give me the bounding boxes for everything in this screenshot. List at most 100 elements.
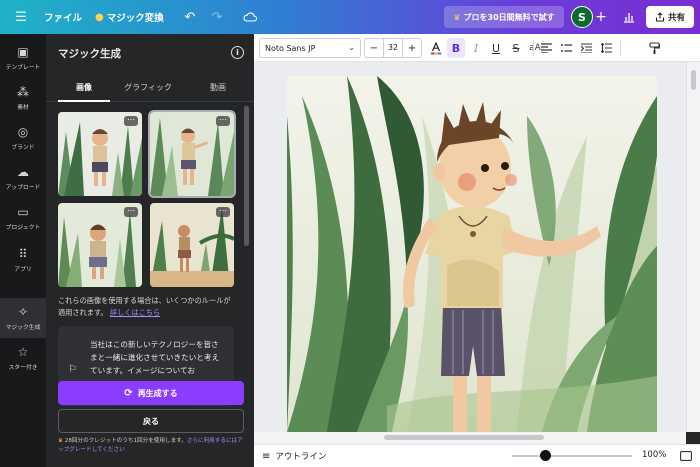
left-rail: ▣ テンプレート ⁂ 素材 ◎ ブランド ☁ アップロード ▭ プロジェクト ⠿… <box>0 34 46 467</box>
zoom-slider-handle[interactable] <box>540 450 551 461</box>
share-label: 共有 <box>667 13 685 23</box>
brand-icon: ◎ <box>17 125 29 139</box>
undo-icon[interactable]: ↶ <box>180 0 200 34</box>
avatar[interactable]: S <box>571 6 593 28</box>
font-size-stepper: − 32 + <box>364 38 422 58</box>
regenerate-button[interactable]: ⟳ 再生成する <box>58 381 244 405</box>
rail-item-magic-generate[interactable]: ✧ マジック生成 <box>0 298 46 338</box>
format-painter-icon[interactable] <box>645 38 663 58</box>
outline-label: アウトライン <box>275 452 327 462</box>
add-collaborator-icon[interactable]: + <box>593 0 609 34</box>
insights-icon[interactable] <box>618 0 640 34</box>
indent-icon[interactable] <box>577 38 595 58</box>
hamburger-icon[interactable]: ☰ <box>10 0 32 34</box>
cloud-save-icon[interactable] <box>240 0 260 34</box>
rail-item-templates[interactable]: ▣ テンプレート <box>0 38 46 78</box>
list-icon[interactable] <box>557 38 575 58</box>
rail-label: テンプレート <box>5 65 41 71</box>
magic-change-label: マジック変換 <box>106 13 164 24</box>
folder-icon: ▭ <box>17 205 29 219</box>
toolbar-divider <box>620 40 621 56</box>
crown-icon: ● <box>95 11 104 23</box>
more-options-icon[interactable]: ⋯ <box>124 207 138 217</box>
rail-label: アプリ <box>14 267 32 273</box>
generated-image-3[interactable]: ⋯ <box>58 203 142 287</box>
zoom-slider[interactable] <box>512 455 632 457</box>
rail-label: アップロード <box>5 185 41 191</box>
learn-more-link[interactable]: 詳しくはこちら <box>110 308 160 317</box>
font-family-value: Noto Sans JP <box>265 43 316 53</box>
font-size-input[interactable]: 32 <box>383 39 403 57</box>
more-options-icon[interactable]: ⋯ <box>216 116 230 126</box>
feedback-text: 当社はこの新しいテクノロジーを皆さまと一緒に進化させていきたいと考えています。イ… <box>90 340 220 375</box>
bold-button[interactable]: B <box>447 38 465 58</box>
pro-trial-label: プロを30日間無料で試す <box>463 12 555 22</box>
strikethrough-button[interactable]: S <box>507 38 525 58</box>
magic-generate-panel: マジック生成 i 画像 グラフィック 動画 ⋯ ⋯ ⋯ ⋯ これらの画像を使用す… <box>46 34 254 467</box>
rail-label: スター付き <box>8 365 38 371</box>
rail-item-apps[interactable]: ⠿ アプリ <box>0 240 46 280</box>
more-options-icon[interactable]: ⋯ <box>216 207 230 217</box>
star-icon: ☆ <box>17 345 29 359</box>
apps-icon: ⠿ <box>18 247 28 261</box>
horizontal-scrollbar[interactable] <box>254 432 686 444</box>
fit-screen-icon[interactable] <box>678 449 694 463</box>
back-button[interactable]: 戻る <box>58 409 244 433</box>
vertical-scrollbar[interactable] <box>686 62 700 432</box>
active-tab-indicator <box>58 100 110 102</box>
generated-image-1[interactable]: ⋯ <box>58 112 142 196</box>
decrease-size-button[interactable]: − <box>365 43 383 54</box>
credits-text: 28回分のクレジットのうち1回分を使用します。 <box>64 438 187 444</box>
share-icon <box>655 12 665 22</box>
rail-item-uploads[interactable]: ☁ アップロード <box>0 158 46 198</box>
line-spacing-icon[interactable] <box>597 38 615 58</box>
artboard-illustration[interactable] <box>287 76 657 432</box>
upload-icon: ☁ <box>17 165 29 179</box>
scroll-thumb[interactable] <box>691 70 696 90</box>
rail-label: ブランド <box>11 145 35 151</box>
pro-trial-button[interactable]: ♛ プロを30日間無料で試す <box>444 6 564 28</box>
template-icon: ▣ <box>17 45 29 59</box>
info-icon[interactable]: i <box>231 46 244 59</box>
rail-item-brand[interactable]: ◎ ブランド <box>0 118 46 158</box>
text-color-icon[interactable] <box>427 38 445 58</box>
crown-icon: ♛ <box>58 438 64 444</box>
zoom-level[interactable]: 100% <box>642 450 666 460</box>
tab-video[interactable]: 動画 <box>190 82 246 100</box>
share-button[interactable]: 共有 <box>646 6 694 28</box>
underline-button[interactable]: U <box>487 38 505 58</box>
credits-note: ♛ 28回分のクレジットのうち1回分を使用します。さらに利用するにはアップグレー… <box>58 437 248 455</box>
increase-size-button[interactable]: + <box>403 43 421 54</box>
file-menu[interactable]: ファイル <box>44 0 82 34</box>
rail-item-starred[interactable]: ☆ スター付き <box>0 338 46 378</box>
usage-rules-text: これらの画像を使用する場合は、いくつかのルールが適用されます。 詳しくはこちら <box>58 295 236 318</box>
panel-tabs: 画像 グラフィック 動画 <box>46 82 254 100</box>
rail-item-projects[interactable]: ▭ プロジェクト <box>0 198 46 238</box>
refresh-icon: ⟳ <box>124 387 133 399</box>
scroll-thumb[interactable] <box>384 435 544 440</box>
flag-icon[interactable]: ⚐ <box>68 364 77 375</box>
rail-item-elements[interactable]: ⁂ 素材 <box>0 78 46 118</box>
redo-icon[interactable]: ↷ <box>207 0 227 34</box>
panel-scrollbar[interactable] <box>244 106 249 246</box>
elements-icon: ⁂ <box>17 85 29 99</box>
chevron-down-icon: ⌄ <box>348 43 355 52</box>
toolbar-divider <box>533 40 534 56</box>
outline-button[interactable]: ≡ アウトライン <box>262 450 327 463</box>
generated-image-2[interactable]: ⋯ <box>148 110 236 198</box>
rail-label: 素材 <box>17 105 29 111</box>
rail-label: プロジェクト <box>5 225 41 231</box>
text-toolbar: Noto Sans JP ⌄ − 32 + B I U S aA <box>254 34 700 62</box>
tab-graphics[interactable]: グラフィック <box>116 82 180 100</box>
font-family-select[interactable]: Noto Sans JP ⌄ <box>259 38 361 58</box>
editor-footer: ≡ アウトライン 100% <box>254 444 700 467</box>
top-bar: ☰ ファイル ● マジック変換 ↶ ↷ ♛ プロを30日間無料で試す S + 共… <box>0 0 700 34</box>
tab-images[interactable]: 画像 <box>58 82 110 100</box>
crown-icon: ♛ <box>453 12 461 22</box>
align-left-icon[interactable] <box>537 38 555 58</box>
italic-button[interactable]: I <box>467 38 485 58</box>
magic-change-button[interactable]: ● マジック変換 <box>95 0 164 34</box>
more-options-icon[interactable]: ⋯ <box>124 116 138 126</box>
magic-generate-icon: ✧ <box>17 305 29 319</box>
generated-image-4[interactable]: ⋯ <box>150 203 234 287</box>
